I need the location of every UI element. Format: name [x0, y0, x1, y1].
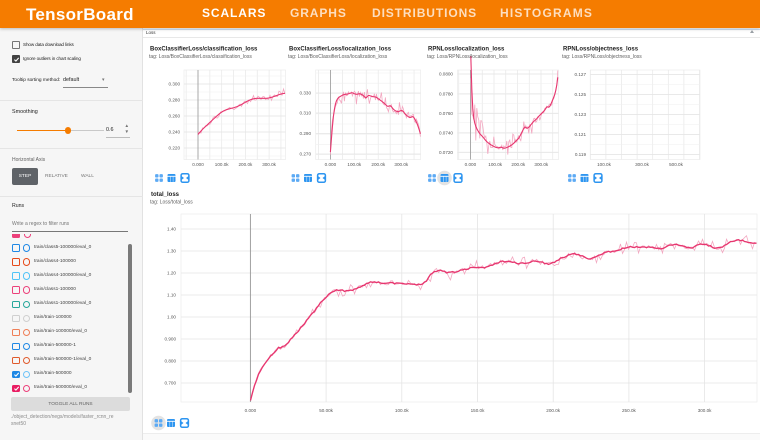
svg-text:500.0k: 500.0k: [669, 162, 683, 167]
svg-text:250.0k: 250.0k: [622, 408, 636, 413]
svg-text:BoxClassifierLoss/localization: BoxClassifierLoss/localization_loss: [289, 47, 392, 53]
svg-text:0.121: 0.121: [575, 132, 587, 137]
svg-text:100.0k: 100.0k: [215, 162, 229, 167]
svg-text:0.800: 0.800: [165, 359, 177, 364]
svg-text:300.0k: 300.0k: [635, 162, 649, 167]
svg-text:300.0k: 300.0k: [262, 162, 276, 167]
svg-text:200.0k: 200.0k: [239, 162, 253, 167]
svg-text:200.0k: 200.0k: [546, 408, 560, 413]
svg-text:total_loss: total_loss: [151, 192, 180, 198]
svg-text:tag: Loss/BoxClassifierLoss/lo: tag: Loss/BoxClassifierLoss/localization…: [288, 54, 388, 60]
svg-text:100.0k: 100.0k: [597, 162, 611, 167]
svg-text:1.40: 1.40: [167, 227, 176, 232]
svg-text:300.0k: 300.0k: [534, 162, 548, 167]
svg-text:200.0k: 200.0k: [511, 162, 525, 167]
svg-text:0.700: 0.700: [165, 381, 177, 386]
svg-text:0.260: 0.260: [169, 114, 181, 119]
svg-text:0.119: 0.119: [575, 152, 587, 157]
svg-text:0.0740: 0.0740: [439, 131, 453, 136]
svg-text:tag: Loss/BoxClassifierLoss/cl: tag: Loss/BoxClassifierLoss/classificati…: [149, 54, 252, 60]
svg-text:0.0720: 0.0720: [439, 150, 453, 155]
svg-text:150.0k: 150.0k: [471, 408, 485, 413]
svg-text:300.0k: 300.0k: [698, 408, 712, 413]
svg-text:0.0760: 0.0760: [439, 111, 453, 116]
svg-text:200.0k: 200.0k: [371, 162, 385, 167]
svg-text:tag: Loss/total_loss: tag: Loss/total_loss: [150, 200, 193, 206]
svg-text:0.000: 0.000: [465, 162, 477, 167]
svg-text:0.000: 0.000: [192, 162, 204, 167]
svg-text:0.310: 0.310: [300, 111, 312, 116]
svg-text:1.20: 1.20: [167, 271, 176, 276]
svg-text:1.30: 1.30: [167, 249, 176, 254]
svg-text:0.900: 0.900: [165, 337, 177, 342]
svg-text:0.300: 0.300: [169, 82, 181, 87]
svg-text:300.0k: 300.0k: [394, 162, 408, 167]
svg-text:BoxClassifierLoss/classificati: BoxClassifierLoss/classification_loss: [150, 47, 258, 53]
svg-text:0.240: 0.240: [169, 130, 181, 135]
svg-text:0.290: 0.290: [300, 131, 312, 136]
svg-text:1.10: 1.10: [167, 293, 176, 298]
svg-text:1.00: 1.00: [167, 315, 176, 320]
svg-text:0.125: 0.125: [575, 92, 587, 97]
svg-text:RPNLoss/objectness_loss: RPNLoss/objectness_loss: [563, 47, 639, 53]
svg-text:100.0k: 100.0k: [395, 408, 409, 413]
svg-text:tag: Loss/RPNLoss/objectness_l: tag: Loss/RPNLoss/objectness_loss: [562, 54, 642, 60]
svg-text:0.0800: 0.0800: [439, 72, 453, 77]
svg-text:50.00k: 50.00k: [319, 408, 333, 413]
svg-text:100.0k: 100.0k: [488, 162, 502, 167]
svg-text:0.000: 0.000: [325, 162, 337, 167]
svg-text:0.0780: 0.0780: [439, 92, 453, 97]
svg-text:RPNLoss/localization_loss: RPNLoss/localization_loss: [428, 47, 505, 53]
svg-text:100.0k: 100.0k: [347, 162, 361, 167]
svg-text:0.330: 0.330: [300, 91, 312, 96]
svg-text:0.000: 0.000: [245, 408, 257, 413]
svg-text:tag: Loss/RPNLoss/localization: tag: Loss/RPNLoss/localization_loss: [427, 54, 508, 60]
svg-text:0.270: 0.270: [300, 152, 312, 157]
svg-text:0.123: 0.123: [575, 112, 587, 117]
svg-text:0.220: 0.220: [169, 146, 181, 151]
svg-text:0.127: 0.127: [575, 72, 587, 77]
svg-text:0.280: 0.280: [169, 98, 181, 103]
